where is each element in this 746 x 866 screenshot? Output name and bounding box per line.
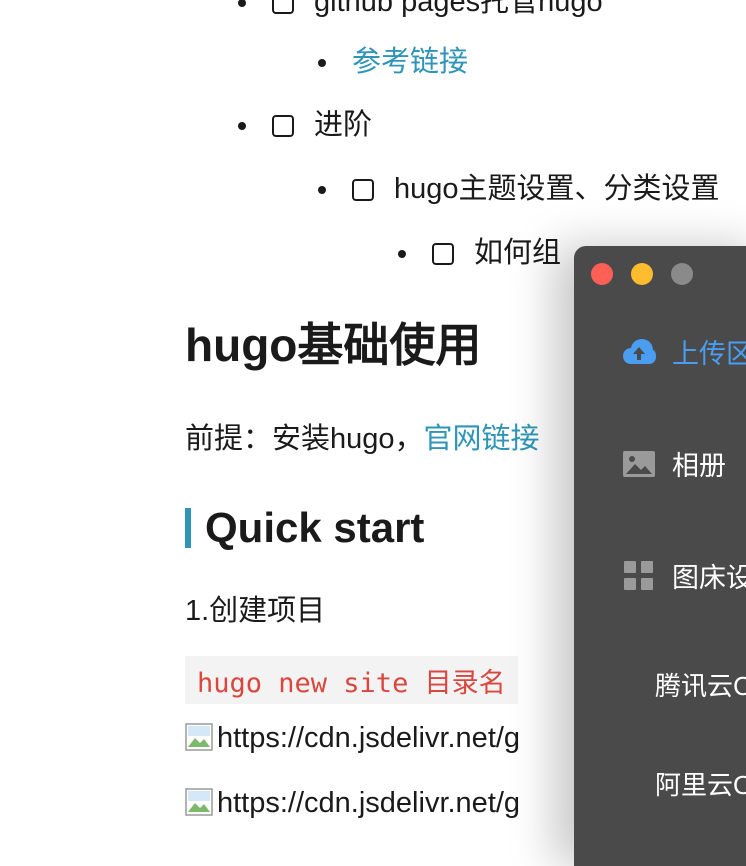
list-item-text: github pages托管hugo: [314, 0, 603, 18]
list-item-github-pages: github pages托管hugo: [238, 0, 603, 17]
broken-image: https://cdn.jsdelivr.net/g: [185, 723, 520, 753]
task-checkbox[interactable]: [352, 178, 374, 201]
image-alt-text: https://cdn.jsdelivr.net/g: [217, 786, 521, 819]
minimize-window-button[interactable]: [631, 263, 653, 285]
list-item-advanced: 进阶: [238, 111, 372, 140]
sidebar-item-label: 相册: [672, 451, 726, 481]
list-item-text: 如何组: [474, 237, 562, 269]
heading-accent-bar: [185, 508, 191, 548]
bullet: [318, 185, 326, 194]
list-item-theme-settings: hugo主题设置、分类设置: [318, 175, 720, 204]
close-window-button[interactable]: [591, 263, 613, 285]
sidebar-item-upload[interactable]: 上传区: [622, 332, 746, 371]
broken-image-icon: [185, 788, 215, 818]
official-site-link[interactable]: 官网链接: [424, 423, 540, 455]
heading-quick-start: Quick start: [185, 507, 424, 549]
bullet: [238, 121, 246, 130]
task-checkbox[interactable]: [272, 0, 294, 14]
uploader-window: 上传区 相册 图床设置 腾讯云COS 阿里云OSS: [574, 246, 746, 866]
reference-link[interactable]: 参考链接: [352, 48, 468, 77]
sidebar-subitem-tencent-cos[interactable]: 腾讯云COS: [655, 666, 746, 703]
sidebar-item-label: 图床设置: [672, 563, 746, 593]
sidebar-subitem-aliyun-oss[interactable]: 阿里云OSS: [655, 765, 746, 802]
sidebar-item-label: 上传区: [672, 339, 746, 369]
prerequisite-text: 前提：安装hugo，: [185, 423, 424, 455]
broken-image: https://cdn.jsdelivr.net/g: [185, 788, 520, 818]
heading-quick-start-text: Quick start: [205, 504, 425, 551]
image-alt-text: https://cdn.jsdelivr.net/g: [217, 721, 521, 754]
bullet: [318, 58, 326, 67]
list-item-text: hugo主题设置、分类设置: [394, 173, 720, 205]
list-item-organize: 如何组: [398, 239, 561, 268]
grid-icon: [622, 559, 656, 593]
sidebar-item-image-host-settings[interactable]: 图床设置: [622, 556, 746, 595]
prerequisite-paragraph: 前提：安装hugo，官网链接: [185, 425, 540, 454]
list-item-text: 进阶: [314, 109, 373, 141]
step-create-project: 1.创建项目: [185, 595, 326, 627]
task-checkbox[interactable]: [432, 242, 454, 265]
sidebar-item-album[interactable]: 相册: [622, 444, 726, 483]
zoom-window-button[interactable]: [671, 263, 693, 285]
broken-image-icon: [185, 723, 215, 753]
bullet: [398, 249, 406, 258]
heading-basic-usage: hugo基础使用: [185, 319, 482, 371]
image-icon: [622, 447, 656, 481]
cloud-upload-icon: [622, 335, 656, 369]
bullet: [238, 0, 246, 7]
task-checkbox[interactable]: [272, 114, 294, 137]
code-snippet: hugo new site 目录名: [185, 656, 518, 704]
list-item-reference: 参考链接: [318, 48, 468, 77]
